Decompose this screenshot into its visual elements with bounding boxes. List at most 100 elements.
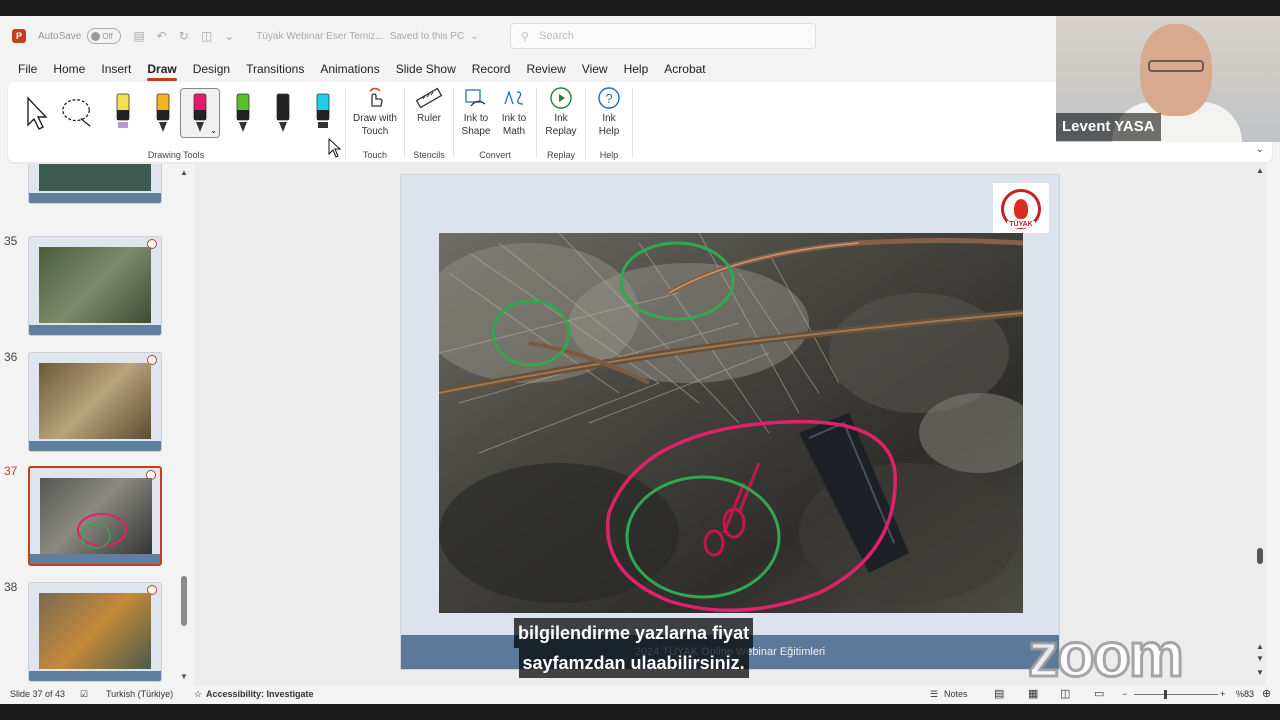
slide-thumbnail-38[interactable]: [28, 582, 162, 682]
yellow-highlighter-tool[interactable]: [106, 88, 140, 138]
zoom-watermark: zoom: [1027, 620, 1186, 692]
green-pen-tool[interactable]: [226, 88, 260, 138]
autosave-toggle[interactable]: Off: [87, 28, 122, 44]
scroll-up-icon[interactable]: ▲: [180, 168, 188, 177]
replay-label: Replay: [546, 150, 575, 160]
bottom-black-bar: [0, 704, 1280, 720]
lasso-select-tool[interactable]: [60, 88, 94, 138]
pink-pen-icon: [193, 93, 207, 132]
slide-thumbnail-35[interactable]: [28, 236, 162, 336]
drawing-tools-label: Drawing Tools: [147, 150, 205, 160]
scrollbar-thumb[interactable]: [181, 576, 187, 626]
accessibility-status[interactable]: Accessibility: Investigate: [206, 689, 314, 699]
yellow-highlighter-icon: [116, 93, 130, 128]
thumbnail-footer: [30, 554, 160, 564]
scroll-down-icon[interactable]: ▼: [180, 672, 188, 681]
search-box[interactable]: ⚲ Search: [510, 23, 816, 49]
green-pen-icon: [236, 93, 250, 132]
slide-thumbnails-pane: 35 36 37 38 39 ▲: [0, 164, 192, 686]
tab-help[interactable]: Help: [616, 56, 657, 82]
normal-view-icon[interactable]: ▤: [994, 687, 1004, 700]
tab-home[interactable]: Home: [45, 56, 93, 82]
ink-to-shape-label-2: Shape: [461, 126, 491, 137]
thumbnail-footer: [29, 325, 161, 335]
fit-to-window-icon[interactable]: ⊕: [1262, 687, 1271, 700]
thumbnail-image: [39, 164, 151, 191]
tab-record[interactable]: Record: [464, 56, 519, 82]
language-indicator[interactable]: Turkish (Türkiye): [106, 689, 173, 699]
slide-editor: TÜYAK Webinar Eğitimleri ▲ ▲ ▼ ▼: [194, 164, 1266, 686]
save-icon[interactable]: ▤: [133, 29, 144, 43]
ink-help-button[interactable]: ? Ink Help: [590, 86, 628, 138]
saved-status[interactable]: Saved to this PC: [390, 31, 464, 42]
autosave-label: AutoSave: [38, 30, 82, 42]
slide-thumbnail-36[interactable]: [28, 352, 162, 452]
participant-video[interactable]: Levent YASA: [1056, 16, 1280, 142]
zoom-slider[interactable]: [1134, 694, 1218, 695]
ruler-button[interactable]: Ruler: [411, 86, 447, 125]
prev-slide-icon[interactable]: ▲: [1256, 642, 1264, 651]
present-icon[interactable]: ◫: [201, 29, 212, 43]
tab-design[interactable]: Design: [185, 56, 238, 82]
pen-options-chevron-icon[interactable]: ⌄: [210, 126, 217, 135]
thumbnail-footer: [29, 671, 161, 681]
undo-icon[interactable]: ↶: [157, 29, 167, 43]
tab-slide-show[interactable]: Slide Show: [388, 56, 464, 82]
ink-to-shape-button[interactable]: Ink to Shape: [456, 86, 496, 138]
chevron-down-icon[interactable]: ⌄: [470, 31, 478, 42]
slide-thumbnail[interactable]: [28, 164, 162, 204]
notes-button[interactable]: Notes: [944, 689, 968, 699]
tab-file[interactable]: File: [10, 56, 45, 82]
black-pen-tool[interactable]: [266, 88, 300, 138]
hand-touch-icon: [369, 87, 383, 107]
ink-replay-button[interactable]: Ink Replay: [541, 86, 581, 138]
accessibility-icon: ☆: [194, 689, 203, 699]
lasso-icon: [62, 99, 91, 127]
collapse-ribbon-chevron-icon[interactable]: ⌄: [1256, 144, 1264, 155]
slide-photo[interactable]: [439, 233, 1023, 613]
document-title[interactable]: Tüyak Webinar Eser Temiz...: [256, 31, 383, 42]
zoom-in-icon[interactable]: +: [1220, 689, 1225, 699]
editor-scrollbar[interactable]: ▲ ▲ ▼ ▼: [1254, 164, 1266, 686]
tab-transitions[interactable]: Transitions: [238, 56, 312, 82]
tab-view[interactable]: View: [574, 56, 616, 82]
thumbnail-ink-marks: [77, 513, 127, 549]
select-tool[interactable]: [20, 88, 54, 138]
tab-acrobat[interactable]: Acrobat: [656, 56, 713, 82]
ribbon-divider: [632, 88, 633, 158]
pointer-arrow-icon: [27, 96, 48, 130]
customize-toolbar-icon[interactable]: ⌄: [224, 29, 234, 43]
black-pen-icon: [276, 93, 290, 132]
scroll-up-icon[interactable]: ▲: [1256, 166, 1264, 175]
scrollbar-thumb[interactable]: [1257, 548, 1263, 564]
pink-pen-tool[interactable]: ⌄: [180, 88, 220, 138]
draw-with-touch-button[interactable]: Draw with Touch: [350, 86, 400, 138]
ink-to-math-button[interactable]: Ink to Math: [494, 86, 534, 138]
tab-draw[interactable]: Draw: [139, 56, 184, 82]
svg-text:?: ?: [605, 91, 612, 106]
zoom-level[interactable]: %83: [1236, 689, 1254, 699]
top-black-bar: [0, 0, 1280, 16]
thumbnail-image: [40, 478, 152, 554]
cyan-highlighter-tool[interactable]: [306, 88, 340, 138]
powerpoint-window: P AutoSave Off ▤ ↶ ↻ ◫ ⌄ Tüyak Webinar E…: [0, 16, 1280, 704]
zoom-slider-knob[interactable]: [1164, 690, 1167, 699]
current-slide[interactable]: TÜYAK Webinar Eğitimleri: [400, 174, 1060, 670]
thumbnail-scrollbar[interactable]: ▲ ▼: [180, 164, 188, 686]
flame-icon: [1014, 198, 1028, 219]
powerpoint-logo-icon: P: [12, 29, 26, 43]
scroll-down-icon[interactable]: ▼: [1256, 668, 1264, 677]
slide-thumbnail-37-selected[interactable]: [28, 466, 162, 566]
spellcheck-icon[interactable]: ☑: [80, 689, 88, 700]
notes-icon: ☰: [930, 689, 939, 699]
ruler-icon: [415, 87, 443, 109]
tab-insert[interactable]: Insert: [93, 56, 139, 82]
ink-help-label: Ink: [602, 113, 616, 124]
orange-pen-tool[interactable]: [146, 88, 180, 138]
redo-icon[interactable]: ↻: [179, 29, 189, 43]
tab-animations[interactable]: Animations: [312, 56, 387, 82]
tab-review[interactable]: Review: [518, 56, 573, 82]
next-slide-icon[interactable]: ▼: [1256, 654, 1264, 663]
thumbnail-image: [39, 247, 151, 323]
ink-replay-label-2: Replay: [545, 126, 577, 137]
